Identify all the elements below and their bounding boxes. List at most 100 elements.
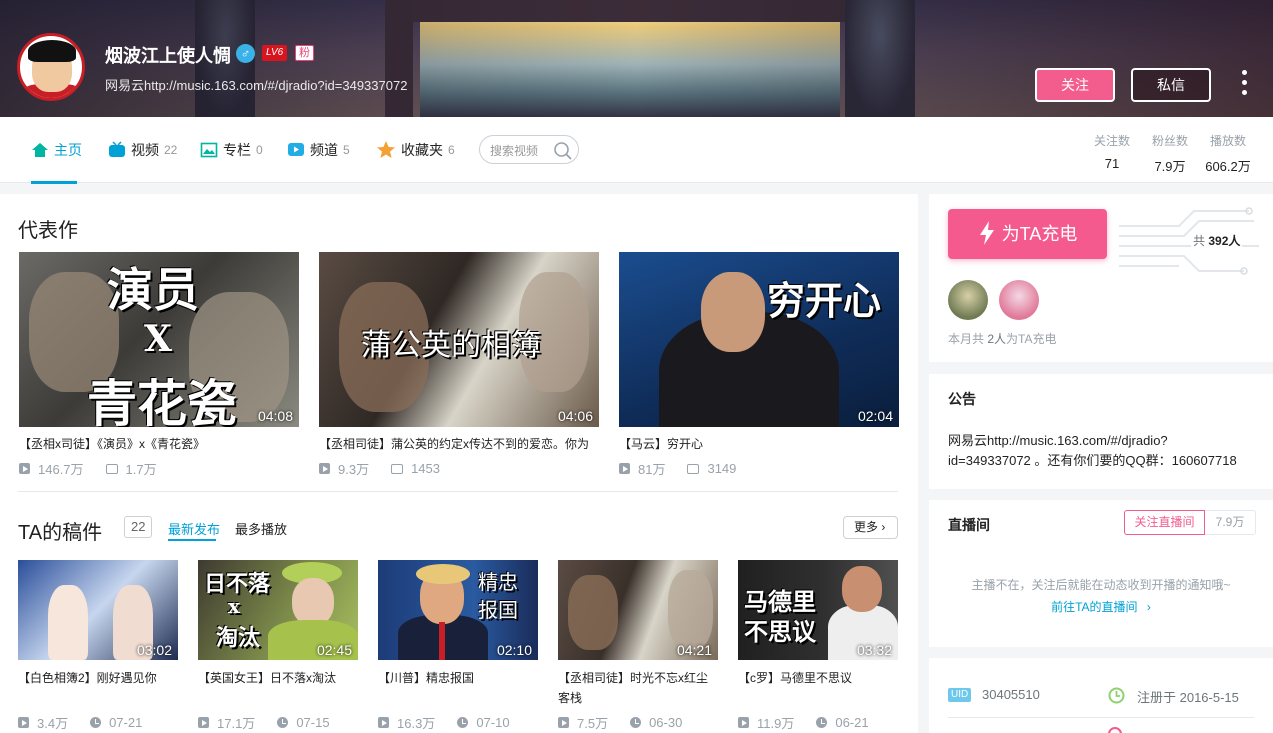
tab-favorites[interactable]: 收藏夹 6 bbox=[376, 140, 455, 160]
user-info-card: UID 30405510 注册于 2016-5-15 bbox=[929, 658, 1273, 733]
video-title[interactable]: 【马云】穷开心 bbox=[619, 435, 899, 452]
video-duration: 02:10 bbox=[496, 642, 532, 658]
male-gender-icon: ♂ bbox=[236, 44, 255, 63]
tab-latest[interactable]: 最新发布 bbox=[168, 519, 220, 538]
follow-button[interactable]: 关注 bbox=[1035, 68, 1115, 102]
month-charge-text: 本月共 2人为TA充电 bbox=[948, 332, 1057, 346]
charge-total: 共 392人 bbox=[1191, 232, 1243, 249]
video-title[interactable]: 【丞相司徒】时光不忘x红尘客栈 bbox=[558, 668, 718, 708]
search-icon[interactable] bbox=[553, 141, 573, 161]
danmaku-icon bbox=[687, 463, 700, 474]
tab-videos[interactable]: 视频 22 bbox=[108, 140, 177, 160]
birthday-icon bbox=[1108, 727, 1122, 733]
notice-text: 网易云http://music.163.com/#/djradio? id=34… bbox=[948, 433, 1237, 468]
fan-badge: 粉 bbox=[295, 45, 314, 61]
video-duration: 03:02 bbox=[136, 642, 172, 658]
video-thumbnail[interactable]: 03:02 bbox=[18, 560, 178, 660]
chevron-right-icon: › bbox=[881, 520, 886, 534]
active-tab-indicator bbox=[31, 181, 77, 184]
video-title[interactable]: 【英国女王】日不落x淘汰 bbox=[198, 668, 358, 688]
lightning-icon bbox=[979, 221, 994, 245]
video-title[interactable]: 【丞相x司徒】《演员》x《青花瓷》 bbox=[19, 435, 299, 452]
tab-articles[interactable]: 专栏 0 bbox=[200, 140, 263, 160]
video-title[interactable]: 【白色相簿2】刚好遇见你 bbox=[18, 668, 178, 688]
upload-card[interactable]: 03:02 【白色相簿2】刚好遇见你 3.4万 07-21 bbox=[18, 560, 178, 731]
clock-icon bbox=[630, 717, 642, 728]
clock-icon bbox=[90, 717, 102, 728]
video-title[interactable]: 【c罗】马德里不思议 bbox=[738, 668, 898, 688]
play-count-icon bbox=[18, 717, 29, 728]
video-thumbnail[interactable]: 穷开心 02:04 bbox=[619, 252, 899, 427]
danmaku-icon bbox=[105, 463, 118, 474]
video-title[interactable]: 【川普】精忠报国 bbox=[378, 668, 538, 688]
home-icon bbox=[32, 143, 48, 157]
upload-card[interactable]: 日不落 x 淘汰 02:45 【英国女王】日不落x淘汰 17.1万 07-15 bbox=[198, 560, 358, 731]
clock-icon bbox=[277, 717, 289, 728]
tab-channels[interactable]: 频道 5 bbox=[287, 140, 350, 160]
video-duration: 04:21 bbox=[676, 642, 712, 658]
more-options-icon[interactable] bbox=[1238, 70, 1250, 100]
play-count-icon bbox=[619, 463, 630, 474]
video-duration: 04:06 bbox=[557, 408, 593, 424]
video-duration: 02:45 bbox=[316, 642, 352, 658]
danmaku-icon bbox=[391, 463, 404, 474]
live-room-card: 直播间 关注直播间 7.9万 主播不在，关注后就能在动态收到开播的通知哦~ 前往… bbox=[929, 500, 1273, 647]
clock-icon bbox=[1108, 687, 1125, 704]
video-duration: 04:08 bbox=[257, 408, 293, 424]
notice-title: 公告 bbox=[948, 391, 976, 407]
upload-card[interactable]: 精忠 报国 02:10 【川普】精忠报国 16.3万 07-10 bbox=[378, 560, 538, 731]
message-button[interactable]: 私信 bbox=[1131, 68, 1211, 102]
following-stat[interactable]: 关注数 71 bbox=[1092, 132, 1132, 171]
live-room-title: 直播间 bbox=[948, 517, 990, 533]
video-duration: 03:32 bbox=[856, 642, 892, 658]
main-content: 代表作 演员 X 青花瓷 04:08 【丞相x司徒】《演员》x《青花瓷》 146… bbox=[0, 194, 918, 733]
section-divider bbox=[18, 491, 898, 492]
video-thumbnail[interactable]: 精忠 报国 02:10 bbox=[378, 560, 538, 660]
live-follow-group: 关注直播间 7.9万 bbox=[1124, 510, 1256, 535]
charge-button[interactable]: 为TA充电 bbox=[948, 209, 1107, 259]
video-thumbnail[interactable]: 日不落 x 淘汰 02:45 bbox=[198, 560, 358, 660]
clock-icon bbox=[457, 717, 469, 728]
live-room-link[interactable]: 前往TA的直播间 › bbox=[929, 598, 1273, 615]
video-duration: 02:04 bbox=[857, 408, 893, 424]
search-input[interactable]: 搜索视频 bbox=[479, 135, 579, 164]
play-count-icon bbox=[378, 717, 389, 728]
follow-live-button[interactable]: 关注直播间 bbox=[1124, 510, 1205, 535]
charge-card: 为TA充电 共 392人 本月共 2人为TA充电 bbox=[929, 194, 1273, 362]
masterpiece-card[interactable]: 演员 X 青花瓷 04:08 【丞相x司徒】《演员》x《青花瓷》 146.7万 … bbox=[19, 252, 299, 478]
play-count-icon bbox=[558, 717, 569, 728]
uid-value: 30405510 bbox=[982, 687, 1040, 702]
plays-stat: 播放数 606.2万 bbox=[1205, 134, 1251, 174]
uploads-tab-indicator bbox=[168, 539, 216, 541]
video-thumbnail[interactable]: 演员 X 青花瓷 04:08 bbox=[19, 252, 299, 427]
upload-card[interactable]: 04:21 【丞相司徒】时光不忘x红尘客栈 7.5万 06-30 bbox=[558, 560, 718, 731]
uploads-title: TA的稿件 bbox=[18, 522, 103, 544]
channel-icon bbox=[288, 143, 304, 156]
uploads-count-badge: 22 bbox=[124, 516, 153, 538]
upload-card[interactable]: 马德里 不思议 03:32 【c罗】马德里不思议 11.9万 06-21 bbox=[738, 560, 898, 731]
more-button[interactable]: 更多 › bbox=[843, 516, 898, 539]
tab-most-played[interactable]: 最多播放 bbox=[235, 519, 287, 538]
play-count-icon bbox=[198, 717, 209, 728]
fans-stat[interactable]: 粉丝数 7.9万 bbox=[1150, 132, 1190, 175]
tv-icon bbox=[109, 141, 125, 157]
user-sign: 网易云http://music.163.com/#/djradio?id=349… bbox=[105, 78, 408, 93]
uid-icon: UID bbox=[948, 688, 972, 702]
video-thumbnail[interactable]: 04:21 bbox=[558, 560, 718, 660]
video-title[interactable]: 【丞相司徒】蒲公英的约定x传达不到的爱恋。你为 bbox=[319, 435, 599, 452]
charger-avatar[interactable] bbox=[999, 280, 1039, 320]
video-thumbnail[interactable]: 马德里 不思议 03:32 bbox=[738, 560, 898, 660]
masterpiece-card[interactable]: 穷开心 02:04 【马云】穷开心 81万 3149 bbox=[619, 252, 899, 478]
video-thumbnail[interactable]: 蒲公英的相簿 04:06 bbox=[319, 252, 599, 427]
masterpiece-title: 代表作 bbox=[18, 220, 78, 242]
tab-home[interactable]: 主页 bbox=[31, 140, 82, 160]
avatar[interactable] bbox=[17, 33, 85, 101]
image-icon bbox=[200, 142, 218, 158]
play-count-icon bbox=[19, 463, 30, 474]
clock-icon bbox=[816, 717, 828, 728]
play-count-icon bbox=[738, 717, 749, 728]
masterpiece-card[interactable]: 蒲公英的相簿 04:06 【丞相司徒】蒲公英的约定x传达不到的爱恋。你为 9.3… bbox=[319, 252, 599, 478]
live-fans-count: 7.9万 bbox=[1215, 515, 1245, 529]
charger-avatar[interactable] bbox=[948, 280, 988, 320]
username: 烟波江上使人惆 bbox=[105, 46, 231, 66]
